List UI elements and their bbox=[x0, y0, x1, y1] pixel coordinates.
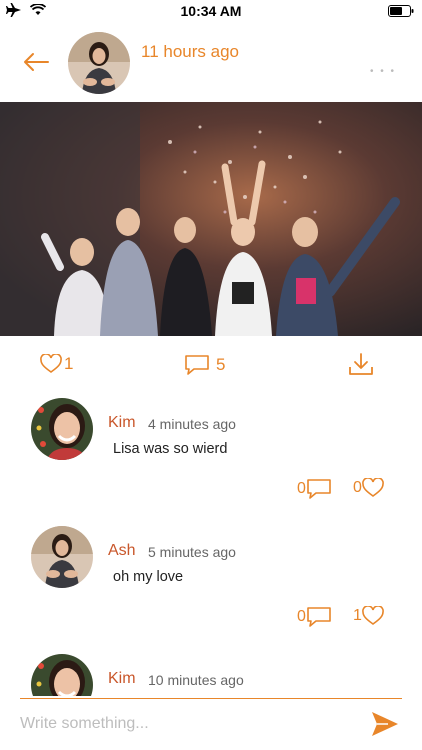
comment-text: oh my love bbox=[113, 569, 184, 585]
reply-button[interactable]: 0 bbox=[297, 606, 332, 628]
comment-bubble-icon bbox=[185, 355, 209, 375]
comment-button[interactable]: 5 bbox=[184, 354, 225, 376]
reply-count: 0 bbox=[297, 480, 306, 497]
comment-like-button[interactable]: 0 bbox=[353, 478, 384, 498]
comment-composer bbox=[0, 696, 422, 750]
comment-text: Lisa was so wierd bbox=[113, 441, 228, 457]
comment-count: 5 bbox=[216, 355, 226, 374]
like-count: 1 bbox=[64, 354, 74, 373]
status-time: 10:34 AM bbox=[180, 3, 242, 19]
comment-bubble-icon bbox=[307, 607, 331, 627]
comment-input[interactable] bbox=[20, 710, 350, 738]
commenter-avatar[interactable] bbox=[31, 526, 93, 588]
post-author-avatar[interactable] bbox=[68, 32, 130, 94]
comment-like-count: 1 bbox=[353, 607, 362, 624]
comment-time: 4 minutes ago bbox=[148, 416, 236, 432]
comment-time: 10 minutes ago bbox=[148, 672, 244, 688]
battery-icon bbox=[388, 5, 414, 17]
like-button[interactable]: 1 bbox=[40, 354, 73, 374]
post-header: 11 hours ago • • • bbox=[0, 22, 422, 102]
heart-icon bbox=[40, 354, 62, 373]
status-bar: 10:34 AM bbox=[0, 0, 422, 22]
commenter-avatar[interactable] bbox=[31, 398, 93, 460]
composer-divider bbox=[20, 698, 402, 699]
commenter-name[interactable]: Kim bbox=[108, 670, 136, 688]
comment-bubble-icon bbox=[307, 479, 331, 499]
heart-icon bbox=[362, 478, 384, 497]
send-icon[interactable] bbox=[370, 710, 400, 738]
heart-icon bbox=[362, 606, 384, 625]
commenter-avatar[interactable] bbox=[31, 654, 93, 696]
post-actions: 1 5 bbox=[0, 346, 422, 386]
reply-count: 0 bbox=[297, 608, 306, 625]
comment-like-count: 0 bbox=[353, 479, 362, 496]
commenter-name[interactable]: Ash bbox=[108, 542, 136, 560]
commenter-name[interactable]: Kim bbox=[108, 414, 136, 432]
post-photo bbox=[0, 102, 422, 336]
reply-button[interactable]: 0 bbox=[297, 478, 332, 500]
more-dots-icon[interactable]: • • • bbox=[370, 66, 396, 77]
comment-item: Kim 10 minutes ago bbox=[0, 654, 422, 696]
back-arrow-icon[interactable] bbox=[22, 50, 50, 74]
comment-item: Ash 5 minutes ago oh my love 0 1 bbox=[0, 526, 422, 636]
download-icon[interactable] bbox=[347, 352, 375, 378]
comment-like-button[interactable]: 1 bbox=[353, 606, 384, 626]
comment-time: 5 minutes ago bbox=[148, 544, 236, 560]
post-time: 11 hours ago bbox=[141, 42, 239, 61]
comment-item: Kim 4 minutes ago Lisa was so wierd 0 0 bbox=[0, 398, 422, 508]
